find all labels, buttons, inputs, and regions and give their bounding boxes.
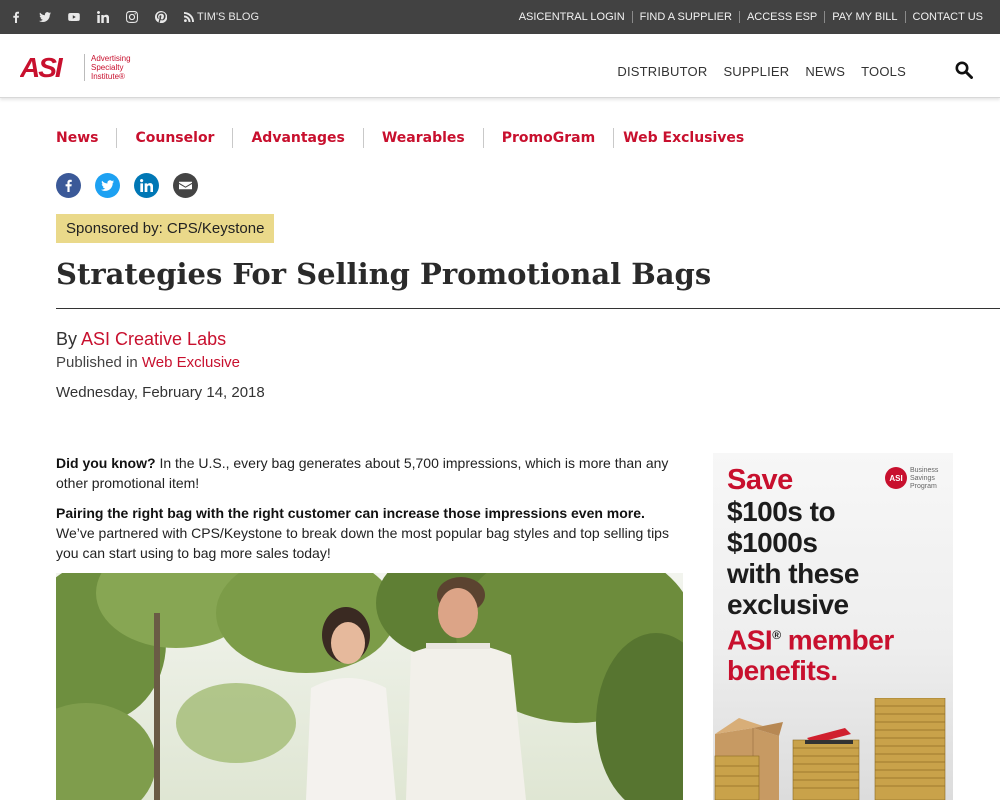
social-links: TIM'S BLOG xyxy=(10,0,259,34)
ad-line: Save xyxy=(727,464,793,496)
publication-link[interactable]: Web Exclusive xyxy=(142,354,240,371)
pay-bill-link[interactable]: PAY MY BILL xyxy=(824,11,904,23)
title-divider xyxy=(56,308,1000,309)
ad-line: $100s to xyxy=(727,496,836,527)
facebook-icon[interactable] xyxy=(10,11,22,23)
asi-logo-mark: ASI xyxy=(20,52,66,82)
ad-line: exclusive xyxy=(727,589,849,620)
paragraph-lead: Pairing the right bag with the right cus… xyxy=(56,505,645,521)
facebook-share-icon[interactable] xyxy=(56,173,81,198)
logo-tagline: Advertising Specialty Institute® xyxy=(84,53,131,81)
instagram-icon[interactable] xyxy=(126,11,138,23)
section-promogram[interactable]: PromoGram xyxy=(482,128,613,148)
access-esp-link[interactable]: ACCESS ESP xyxy=(738,11,824,23)
search-icon[interactable] xyxy=(955,61,973,79)
site-header: ASI Advertising Specialty Institute® DIS… xyxy=(0,34,1000,98)
published-prefix: Published in xyxy=(56,354,142,371)
linkedin-share-icon[interactable] xyxy=(134,173,159,198)
section-counselor[interactable]: Counselor xyxy=(116,128,232,148)
ad-program-name: Business Savings Program xyxy=(910,467,939,490)
ad-registered-mark: ® xyxy=(772,628,781,642)
article-photo xyxy=(56,573,683,800)
section-news[interactable]: News xyxy=(56,128,116,148)
ad-line-member: ASI® member xyxy=(727,620,894,655)
ad-headline: Save $100s to $1000s with these exclusiv… xyxy=(727,464,894,687)
ad-line: $1000s xyxy=(727,527,818,558)
twitter-icon[interactable] xyxy=(39,11,51,23)
ad-program-logo: ASI Business Savings Program xyxy=(885,467,946,491)
asi-logo[interactable]: ASI Advertising Specialty Institute® xyxy=(20,52,131,82)
utility-bar: TIM'S BLOG ASICENTRAL LOGIN FIND A SUPPL… xyxy=(0,0,1000,34)
section-advantages[interactable]: Advantages xyxy=(232,128,362,148)
advertisement[interactable]: ASI Business Savings Program Save $100s … xyxy=(713,453,953,800)
nav-tools[interactable]: TOOLS xyxy=(861,64,906,79)
nav-news[interactable]: NEWS xyxy=(805,64,845,79)
linkedin-icon[interactable] xyxy=(97,11,109,23)
ad-member-word: member xyxy=(780,624,894,656)
nav-supplier[interactable]: SUPPLIER xyxy=(723,64,789,79)
contact-us-link[interactable]: CONTACT US xyxy=(904,11,991,23)
nav-distributor[interactable]: DISTRIBUTOR xyxy=(617,64,707,79)
paragraph: Did you know? In the U.S., every bag gen… xyxy=(56,453,686,493)
ad-line: with these xyxy=(727,558,859,589)
email-share-icon[interactable] xyxy=(173,173,198,198)
sponsor-badge: Sponsored by: CPS/Keystone xyxy=(56,214,275,243)
ad-coin-stacks-illustration xyxy=(714,698,946,800)
ad-line: benefits. xyxy=(727,655,838,687)
rss-icon xyxy=(184,12,194,22)
utility-links: ASICENTRAL LOGIN FIND A SUPPLIER ACCESS … xyxy=(512,0,990,34)
article-title: Strategies For Selling Promotional Bags xyxy=(56,257,712,291)
author-link[interactable]: ASI Creative Labs xyxy=(81,329,226,349)
byline: By ASI Creative Labs xyxy=(56,329,226,350)
section-web-exclusives[interactable]: Web Exclusives xyxy=(613,128,744,148)
paragraph-lead: Did you know? xyxy=(56,455,156,471)
share-bar xyxy=(56,173,212,198)
published-in: Published in Web Exclusive xyxy=(56,354,240,371)
pinterest-icon[interactable] xyxy=(155,11,167,23)
publish-date: Wednesday, February 14, 2018 xyxy=(56,384,265,401)
logo-tagline-line: Specialty xyxy=(91,62,124,72)
section-nav: News Counselor Advantages Wearables Prom… xyxy=(56,128,744,148)
ad-asi-word: ASI xyxy=(727,624,773,656)
find-supplier-link[interactable]: FIND A SUPPLIER xyxy=(631,11,739,23)
section-wearables[interactable]: Wearables xyxy=(362,128,483,148)
main-nav: DISTRIBUTOR SUPPLIER NEWS TOOLS xyxy=(601,64,906,79)
paragraph: Pairing the right bag with the right cus… xyxy=(56,503,686,563)
paragraph-text: We’ve partnered with CPS/Keystone to bre… xyxy=(56,525,669,561)
youtube-icon[interactable] xyxy=(68,11,80,23)
blog-label: TIM'S BLOG xyxy=(197,11,259,23)
logo-wordmark: ASI xyxy=(20,52,64,82)
blog-link[interactable]: TIM'S BLOG xyxy=(184,11,259,23)
twitter-share-icon[interactable] xyxy=(95,173,120,198)
byline-prefix: By xyxy=(56,329,82,349)
logo-tagline-line: Institute® xyxy=(91,71,125,81)
logo-tagline-line: Advertising xyxy=(91,53,131,63)
article-body: Did you know? In the U.S., every bag gen… xyxy=(56,453,686,573)
asicentral-login-link[interactable]: ASICENTRAL LOGIN xyxy=(512,11,632,23)
